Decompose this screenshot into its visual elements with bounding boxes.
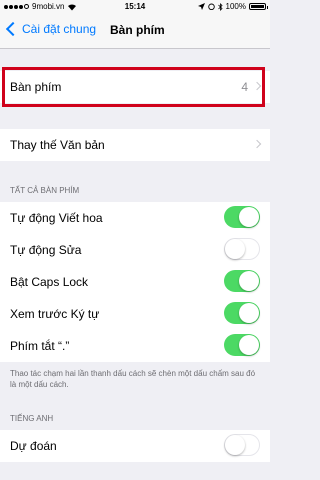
character-preview-toggle[interactable] (224, 302, 260, 324)
caps-lock-label: Bật Caps Lock (10, 275, 89, 289)
page-title: Bàn phím (110, 23, 165, 37)
status-right: 100% (197, 2, 268, 11)
period-shortcut-row: Phím tắt “.” (0, 330, 270, 362)
period-shortcut-label: Phím tắt “.” (10, 339, 70, 353)
status-bar: 9mobi.vn 15:14 100% (0, 0, 270, 14)
chevron-right-icon (252, 139, 262, 149)
period-shortcut-toggle[interactable] (224, 334, 260, 356)
character-preview-label: Xem trước Ký tự (10, 307, 100, 321)
keyboards-count: 4 (241, 80, 248, 94)
predictive-label: Dự đoán (10, 439, 57, 453)
auto-capitalization-label: Tự động Viết hoa (10, 211, 103, 225)
back-button[interactable]: Cài đặt chung (5, 21, 97, 37)
text-replacement-label: Thay thế Văn bản (10, 138, 105, 152)
character-preview-row: Xem trước Ký tự (0, 298, 270, 330)
text-replacement-row[interactable]: Thay thế Văn bản (0, 129, 270, 161)
auto-correction-toggle[interactable] (224, 238, 260, 260)
bluetooth-icon (217, 2, 223, 11)
chevron-right-icon (252, 81, 262, 91)
battery-icon (249, 3, 268, 10)
caps-lock-toggle[interactable] (224, 270, 260, 292)
section-header-english: TIẾNG ANH (10, 414, 54, 423)
predictive-row: Dự đoán (0, 430, 270, 462)
caps-lock-row: Bật Caps Lock (0, 266, 270, 298)
back-button-label: Cài đặt chung (22, 22, 97, 36)
section-header-all-keyboards: TẤT CẢ BÀN PHÍM (10, 186, 80, 195)
keyboards-label: Bàn phím (10, 80, 62, 94)
alarm-icon (207, 3, 215, 10)
battery-percent: 100% (225, 2, 246, 11)
auto-correction-row: Tự động Sửa (0, 234, 270, 266)
chevron-left-icon (5, 21, 21, 37)
auto-capitalization-row: Tự động Viết hoa (0, 202, 270, 234)
auto-correction-label: Tự động Sửa (10, 243, 82, 257)
period-shortcut-footnote: Thao tác chạm hai lần thanh dấu cách sẽ … (10, 369, 256, 389)
auto-capitalization-toggle[interactable] (224, 206, 260, 228)
location-icon (197, 3, 205, 10)
predictive-toggle[interactable] (224, 434, 260, 456)
keyboards-row[interactable]: Bàn phím 4 (0, 71, 270, 103)
nav-bar: Cài đặt chung Bàn phím (0, 14, 270, 49)
